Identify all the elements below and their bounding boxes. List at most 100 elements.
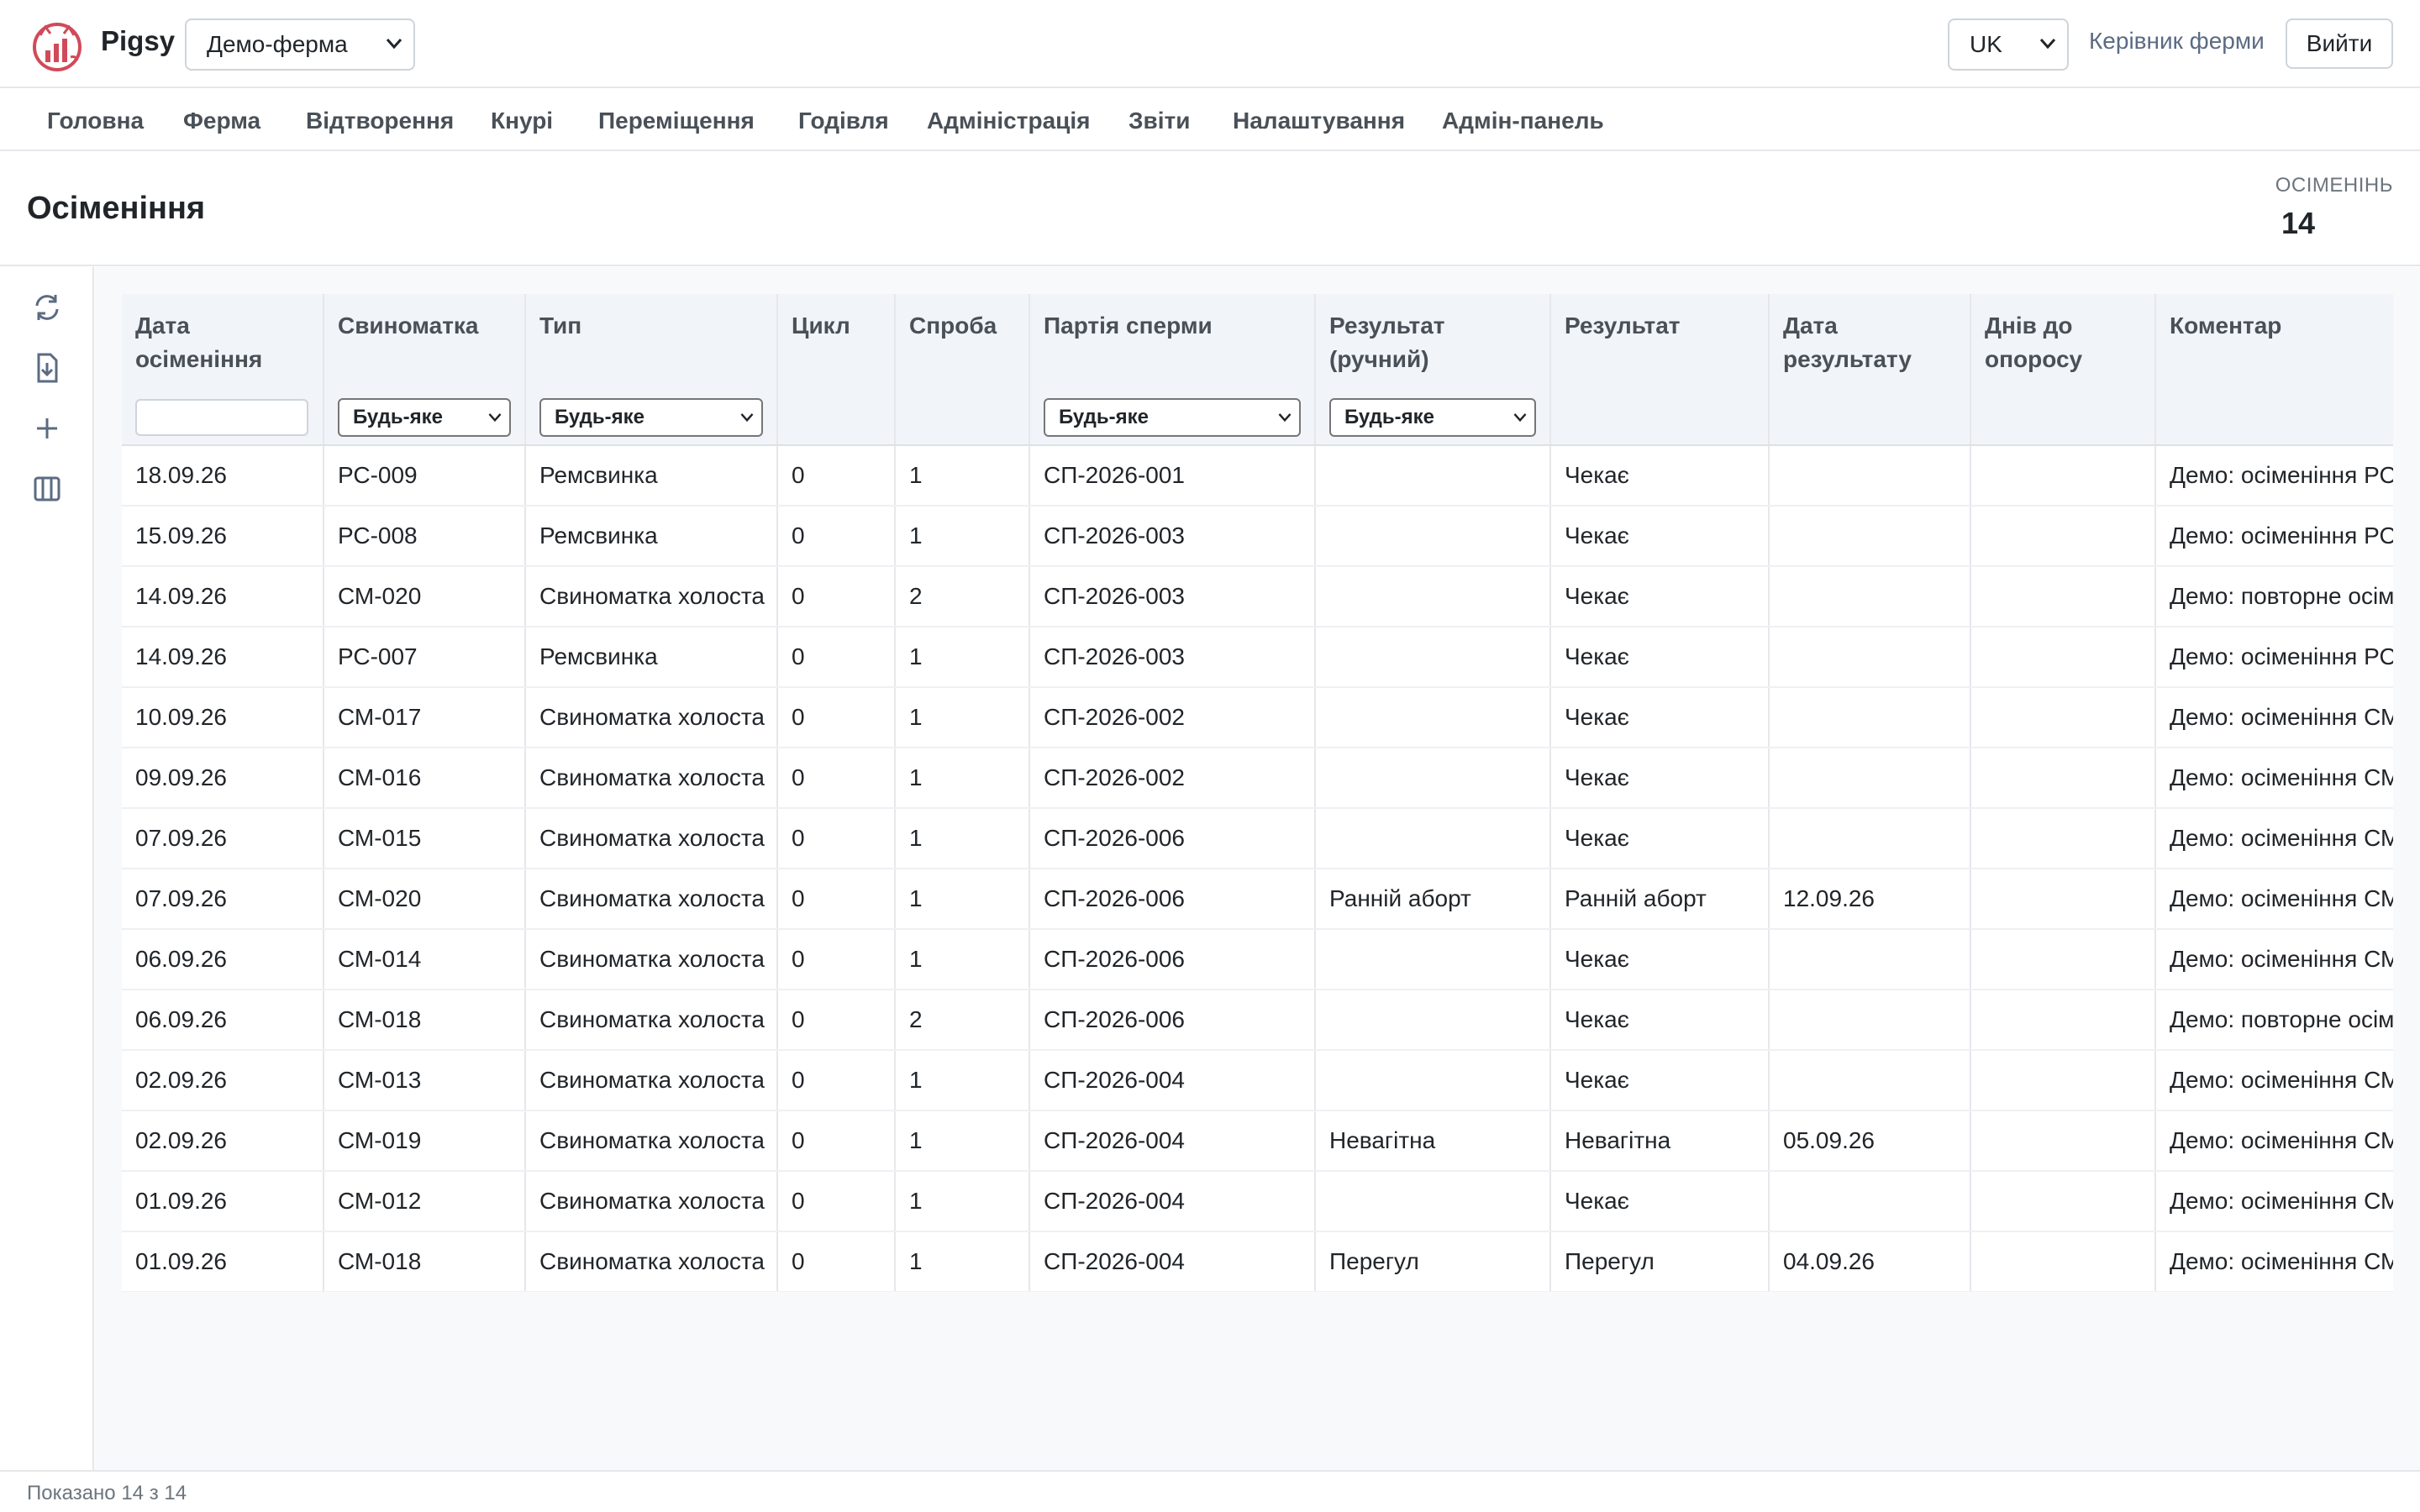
cell-comment: Демо: осіменіння СМ-018 <box>2155 1231 2393 1292</box>
col-header-result-date[interactable]: Дата результату <box>1769 294 1971 390</box>
cell-sow: СМ-019 <box>324 1110 526 1172</box>
table-row[interactable]: 07.09.26 СМ-020 Свиноматка холоста 0 1 СП-202… <box>122 869 2393 930</box>
table-row[interactable]: 06.09.26 СМ-014 Свиноматка холоста 0 1 СП-202… <box>122 929 2393 990</box>
cell-semen-batch: СП-2026-006 <box>1029 869 1316 930</box>
col-header-cycle-label: Цикл <box>792 312 850 339</box>
col-header-comment[interactable]: Коментар <box>2155 294 2393 390</box>
nav-item-farm[interactable]: Ферма <box>183 108 260 134</box>
table-row[interactable]: 18.09.26 РС-009 Ремсвинка 0 1 СП-2026-001 Чека… <box>122 445 2393 507</box>
cell-days-to-farrow <box>1970 990 2156 1051</box>
cell-result-date <box>1769 627 1971 688</box>
cell-manual-result <box>1315 1050 1551 1111</box>
cell-result-date <box>1769 1050 1971 1111</box>
cell-semen-batch: СП-2026-006 <box>1029 929 1316 990</box>
nav-item-boars[interactable]: Кнурі <box>491 108 553 134</box>
export-icon[interactable] <box>30 351 64 385</box>
table-row[interactable]: 02.09.26 СМ-019 Свиноматка холоста 0 1 СП-202… <box>122 1110 2393 1172</box>
cell-attempt: 1 <box>895 445 1030 507</box>
table-row[interactable]: 15.09.26 РС-008 Ремсвинка 0 1 СП-2026-003 Чека… <box>122 506 2393 567</box>
col-header-cycle[interactable]: Цикл <box>777 294 896 390</box>
top-bar: Pigsy Демо-ферма UK Керівник ферми Вийти <box>0 0 2420 88</box>
col-header-result-date-line1: Дата <box>1783 312 1838 339</box>
cell-result-date: 12.09.26 <box>1769 869 1971 930</box>
cell-days-to-farrow <box>1970 687 2156 748</box>
cell-result: Ранній аборт <box>1550 869 1770 930</box>
table-row[interactable]: 01.09.26 СМ-012 Свиноматка холоста 0 1 СП-202… <box>122 1171 2393 1232</box>
table-row[interactable]: 01.09.26 СМ-018 Свиноматка холоста 0 1 СП-202… <box>122 1231 2393 1292</box>
col-header-result[interactable]: Результат <box>1550 294 1770 390</box>
col-header-manual-result[interactable]: Результат (ручний) <box>1315 294 1551 390</box>
sow-filter-value: Будь-яке <box>353 405 444 428</box>
cell-result-date: 04.09.26 <box>1769 1231 1971 1292</box>
cell-type: Свиноматка холоста <box>525 1231 778 1292</box>
nav-item-reports[interactable]: Звіти <box>1128 108 1190 134</box>
col-header-sow[interactable]: Свиноматка <box>324 294 526 390</box>
cell-cycle: 0 <box>777 627 896 688</box>
table-row[interactable]: 14.09.26 СМ-020 Свиноматка холоста 0 2 СП-202… <box>122 566 2393 627</box>
cell-comment: Демо: повторне осіменіння <box>2155 566 2393 627</box>
col-header-semen-batch-label: Партія сперми <box>1044 312 1213 339</box>
cell-result: Чекає <box>1550 1050 1770 1111</box>
cell-days-to-farrow <box>1970 627 2156 688</box>
cell-result-date: 05.09.26 <box>1769 1110 1971 1172</box>
nav-item-admin-panel[interactable]: Адмін-панель <box>1442 108 1604 134</box>
table-body: 18.09.26 РС-009 Ремсвинка 0 1 СП-2026-001 Чека… <box>122 445 2393 1292</box>
table-row[interactable]: 09.09.26 СМ-016 Свиноматка холоста 0 1 СП-202… <box>122 748 2393 809</box>
columns-icon[interactable] <box>30 472 64 506</box>
sow-filter-select[interactable]: Будь-яке <box>338 397 511 437</box>
brand-name[interactable]: Pigsy <box>101 25 175 57</box>
user-role-link[interactable]: Керівник ферми <box>2089 28 2265 55</box>
col-header-attempt[interactable]: Спроба <box>895 294 1030 390</box>
cell-manual-result <box>1315 506 1551 567</box>
cell-result: Чекає <box>1550 748 1770 809</box>
manual-result-filter-select[interactable]: Будь-яке <box>1329 397 1536 437</box>
cell-semen-batch: СП-2026-006 <box>1029 990 1316 1051</box>
cell-manual-result <box>1315 748 1551 809</box>
table-row[interactable]: 14.09.26 РС-007 Ремсвинка 0 1 СП-2026-003 Чека… <box>122 627 2393 688</box>
cell-type: Свиноматка холоста <box>525 566 778 627</box>
type-filter-select[interactable]: Будь-яке <box>539 397 763 437</box>
cell-sow: СМ-017 <box>324 687 526 748</box>
cell-date: 15.09.26 <box>122 506 324 567</box>
col-header-date-line1: Дата <box>135 312 190 339</box>
semen-batch-filter-select[interactable]: Будь-яке <box>1044 397 1301 437</box>
cell-date: 01.09.26 <box>122 1171 324 1232</box>
col-header-date[interactable]: Дата осіменіння <box>122 294 324 390</box>
cell-attempt: 1 <box>895 687 1030 748</box>
col-header-type[interactable]: Тип <box>525 294 778 390</box>
table-row[interactable]: 06.09.26 СМ-018 Свиноматка холоста 0 2 СП-202… <box>122 990 2393 1051</box>
cell-comment: Демо: осіменіння СМ-014 <box>2155 929 2393 990</box>
nav-item-reproduction[interactable]: Відтворення <box>306 108 454 134</box>
date-filter-input[interactable] <box>135 398 308 436</box>
col-header-manual-result-line1: Результат <box>1329 312 1445 339</box>
nav-item-settings[interactable]: Налаштування <box>1233 108 1405 134</box>
cell-manual-result <box>1315 445 1551 507</box>
nav-item-feeding[interactable]: Годівля <box>798 108 889 134</box>
cell-comment: Демо: осіменіння РС-007 <box>2155 627 2393 688</box>
cell-type: Свиноматка холоста <box>525 990 778 1051</box>
col-header-semen-batch[interactable]: Партія сперми <box>1029 294 1316 390</box>
add-icon[interactable] <box>30 412 64 445</box>
table-row[interactable]: 07.09.26 СМ-015 Свиноматка холоста 0 1 СП-202… <box>122 808 2393 869</box>
cell-result: Чекає <box>1550 808 1770 869</box>
main-nav: Головна Ферма Відтворення Кнурі Переміще… <box>0 89 2420 151</box>
refresh-icon[interactable] <box>30 291 64 324</box>
table-row[interactable]: 10.09.26 СМ-017 Свиноматка холоста 0 1 СП-202… <box>122 687 2393 748</box>
language-select[interactable]: UK <box>1948 18 2069 71</box>
cell-sow: СМ-014 <box>324 929 526 990</box>
cell-result: Чекає <box>1550 566 1770 627</box>
table-row[interactable]: 02.09.26 СМ-013 Свиноматка холоста 0 1 СП-202… <box>122 1050 2393 1111</box>
filter-cell-result-date <box>1769 390 1971 446</box>
cell-result-date <box>1769 808 1971 869</box>
nav-item-movements[interactable]: Переміщення <box>598 108 755 134</box>
logout-button[interactable]: Вийти <box>2286 18 2393 69</box>
pigsy-logo-icon[interactable] <box>29 20 86 72</box>
col-header-days-to-farrow[interactable]: Днів до опоросу <box>1970 294 2156 390</box>
farm-select[interactable]: Демо-ферма <box>185 18 415 71</box>
nav-item-administration[interactable]: Адміністрація <box>927 108 1090 134</box>
nav-item-home[interactable]: Головна <box>47 108 144 134</box>
col-header-attempt-label: Спроба <box>909 312 997 339</box>
chevron-down-icon <box>1513 412 1527 422</box>
col-header-type-label: Тип <box>539 312 582 339</box>
cell-days-to-farrow <box>1970 506 2156 567</box>
